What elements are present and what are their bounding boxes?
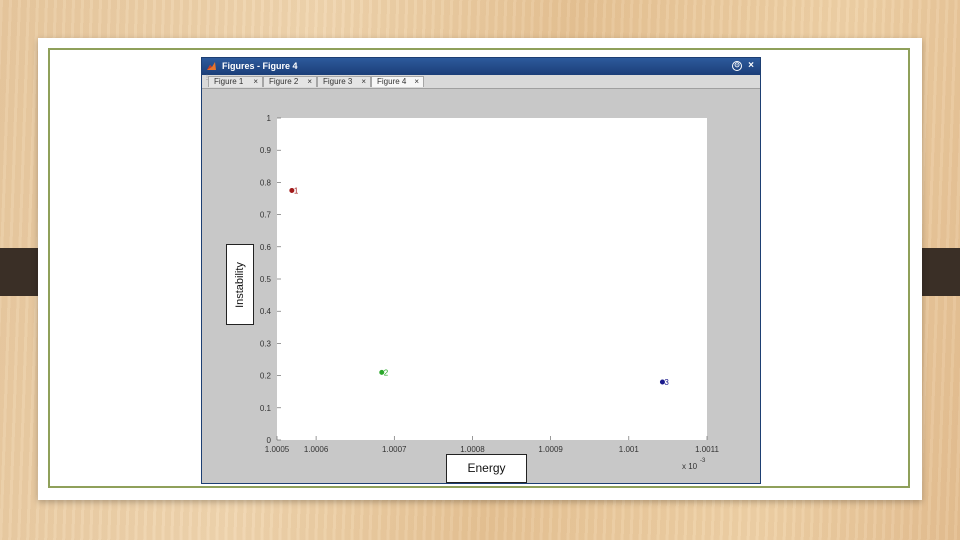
y-tick-label: 0.2	[260, 372, 272, 381]
y-axis-label-box: Instability	[226, 244, 254, 325]
y-tick-label: 0.5	[260, 275, 272, 284]
x-tick-label: 1.0011	[695, 445, 719, 454]
x-tick-label: 1.0009	[538, 445, 563, 454]
y-tick-label: 0.9	[260, 146, 272, 155]
y-tick-label: 0.8	[260, 178, 272, 187]
x-axis-label: Energy	[446, 454, 527, 483]
x-tick-label: 1.0006	[304, 445, 329, 454]
y-tick-label: 0.1	[260, 404, 272, 413]
x-multiplier-exponent: -3	[700, 458, 706, 464]
data-point-label: 3	[664, 378, 669, 387]
y-tick-label: 0	[267, 436, 272, 445]
y-tick-label: 0.7	[260, 211, 272, 220]
y-tick-label: 0.6	[260, 243, 272, 252]
y-tick-label: 0.4	[260, 307, 272, 316]
data-point-label: 1	[294, 186, 299, 195]
x-tick-label: 1.0005	[265, 445, 290, 454]
y-tick-label: 0.3	[260, 339, 272, 348]
x-tick-label: 1.0008	[460, 445, 485, 454]
y-axis-label: Instability	[234, 261, 246, 308]
plot-area	[277, 118, 707, 440]
x-tick-label: 1.0007	[382, 445, 407, 454]
x-tick-label: 1.001	[619, 445, 640, 454]
y-tick-label: 1	[267, 114, 272, 123]
data-point-label: 2	[384, 368, 389, 377]
x-multiplier-label: x 10	[682, 462, 698, 471]
